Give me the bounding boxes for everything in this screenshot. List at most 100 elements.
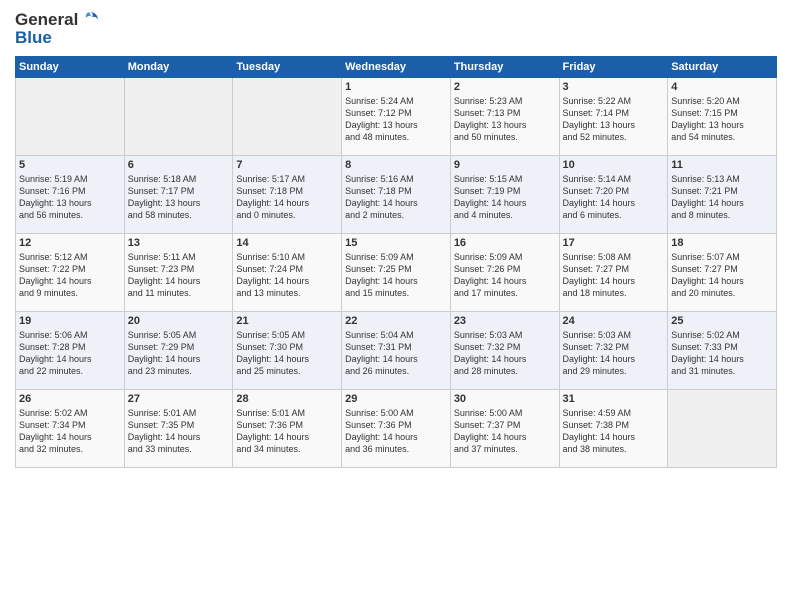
day-cell: 28 Sunrise: 5:01 AM Sunset: 7:36 PM Dayli… [233,390,342,468]
day-number: 1 [345,81,447,93]
day-cell: 3 Sunrise: 5:22 AM Sunset: 7:14 PM Daylig… [559,78,668,156]
logo-bird-icon [80,10,100,30]
day-cell: 10 Sunrise: 5:14 AM Sunset: 7:20 PM Dayli… [559,156,668,234]
day-cell: 29Sunrise: 5:00 AM Sunset: 7:36 PM Dayli… [342,390,451,468]
day-number: 6 [128,159,230,171]
day-number: 10 [563,159,665,171]
day-number: 16 [454,237,556,249]
day-number: 29 [345,393,447,405]
day-number: 14 [236,237,338,249]
day-number: 9 [454,159,556,171]
weekday-header-row: SundayMondayTuesdayWednesdayThursdayFrid… [16,57,777,78]
day-number: 25 [671,315,773,327]
day-info: Sunrise: 5:03 AM Sunset: 7:32 PM Dayligh… [454,329,556,378]
day-info: Sunrise: 5:13 AM Sunset: 7:21 PM Dayligh… [671,173,773,222]
day-info: Sunrise: 4:59 AM Sunset: 7:38 PM Dayligh… [563,407,665,456]
weekday-header-tuesday: Tuesday [233,57,342,78]
day-number: 26 [19,393,121,405]
day-info: Sunrise: 5:19 AM Sunset: 7:16 PM Dayligh… [19,173,121,222]
day-cell [668,390,777,468]
day-info: Sunrise: 5:20 AM Sunset: 7:15 PM Dayligh… [671,95,773,144]
day-info: Sunrise: 5:22 AM Sunset: 7:14 PM Dayligh… [563,95,665,144]
day-info: Sunrise: 5:16 AM Sunset: 7:18 PM Dayligh… [345,173,447,222]
day-number: 20 [128,315,230,327]
weekday-header-friday: Friday [559,57,668,78]
day-cell: 26 Sunrise: 5:02 AM Sunset: 7:34 PM Dayli… [16,390,125,468]
day-number: 28 [236,393,338,405]
logo: General Blue [15,10,100,48]
day-cell: 5Sunrise: 5:19 AM Sunset: 7:16 PM Daylig… [16,156,125,234]
weekday-header-wednesday: Wednesday [342,57,451,78]
day-cell: 7 Sunrise: 5:17 AM Sunset: 7:18 PM Daylig… [233,156,342,234]
week-row-4: 19Sunrise: 5:06 AM Sunset: 7:28 PM Dayli… [16,312,777,390]
day-info: Sunrise: 5:06 AM Sunset: 7:28 PM Dayligh… [19,329,121,378]
day-info: Sunrise: 5:03 AM Sunset: 7:32 PM Dayligh… [563,329,665,378]
day-cell: 20 Sunrise: 5:05 AM Sunset: 7:29 PM Dayli… [124,312,233,390]
day-number: 4 [671,81,773,93]
day-cell: 11 Sunrise: 5:13 AM Sunset: 7:21 PM Dayli… [668,156,777,234]
day-info: Sunrise: 5:01 AM Sunset: 7:36 PM Dayligh… [236,407,338,456]
day-info: Sunrise: 5:04 AM Sunset: 7:31 PM Dayligh… [345,329,447,378]
day-info: Sunrise: 5:15 AM Sunset: 7:19 PM Dayligh… [454,173,556,222]
week-row-5: 26 Sunrise: 5:02 AM Sunset: 7:34 PM Dayli… [16,390,777,468]
day-cell [233,78,342,156]
day-number: 3 [563,81,665,93]
day-cell: 21 Sunrise: 5:05 AM Sunset: 7:30 PM Dayli… [233,312,342,390]
calendar-page: General Blue SundayMondayTuesdayWednesda… [0,0,792,612]
day-info: Sunrise: 5:11 AM Sunset: 7:23 PM Dayligh… [128,251,230,300]
weekday-header-monday: Monday [124,57,233,78]
day-info: Sunrise: 5:10 AM Sunset: 7:24 PM Dayligh… [236,251,338,300]
day-cell: 16 Sunrise: 5:09 AM Sunset: 7:26 PM Dayli… [450,234,559,312]
week-row-3: 12Sunrise: 5:12 AM Sunset: 7:22 PM Dayli… [16,234,777,312]
day-cell: 31 Sunrise: 4:59 AM Sunset: 7:38 PM Dayli… [559,390,668,468]
week-row-1: 1 Sunrise: 5:24 AM Sunset: 7:12 PM Daylig… [16,78,777,156]
day-cell: 13 Sunrise: 5:11 AM Sunset: 7:23 PM Dayli… [124,234,233,312]
day-info: Sunrise: 5:09 AM Sunset: 7:26 PM Dayligh… [454,251,556,300]
weekday-header-thursday: Thursday [450,57,559,78]
day-number: 22 [345,315,447,327]
day-cell: 15Sunrise: 5:09 AM Sunset: 7:25 PM Dayli… [342,234,451,312]
day-number: 24 [563,315,665,327]
day-cell: 23 Sunrise: 5:03 AM Sunset: 7:32 PM Dayli… [450,312,559,390]
day-cell: 17 Sunrise: 5:08 AM Sunset: 7:27 PM Dayli… [559,234,668,312]
day-cell: 19Sunrise: 5:06 AM Sunset: 7:28 PM Dayli… [16,312,125,390]
day-number: 17 [563,237,665,249]
day-number: 7 [236,159,338,171]
day-info: Sunrise: 5:23 AM Sunset: 7:13 PM Dayligh… [454,95,556,144]
day-info: Sunrise: 5:02 AM Sunset: 7:34 PM Dayligh… [19,407,121,456]
day-number: 21 [236,315,338,327]
day-cell: 2Sunrise: 5:23 AM Sunset: 7:13 PM Daylig… [450,78,559,156]
day-cell: 25 Sunrise: 5:02 AM Sunset: 7:33 PM Dayli… [668,312,777,390]
day-cell: 6Sunrise: 5:18 AM Sunset: 7:17 PM Daylig… [124,156,233,234]
day-cell: 9 Sunrise: 5:15 AM Sunset: 7:19 PM Daylig… [450,156,559,234]
day-cell [124,78,233,156]
day-info: Sunrise: 5:12 AM Sunset: 7:22 PM Dayligh… [19,251,121,300]
day-cell: 30Sunrise: 5:00 AM Sunset: 7:37 PM Dayli… [450,390,559,468]
day-number: 15 [345,237,447,249]
day-number: 13 [128,237,230,249]
day-number: 23 [454,315,556,327]
day-number: 30 [454,393,556,405]
day-cell: 8 Sunrise: 5:16 AM Sunset: 7:18 PM Daylig… [342,156,451,234]
day-info: Sunrise: 5:08 AM Sunset: 7:27 PM Dayligh… [563,251,665,300]
day-info: Sunrise: 5:17 AM Sunset: 7:18 PM Dayligh… [236,173,338,222]
day-number: 31 [563,393,665,405]
weekday-header-sunday: Sunday [16,57,125,78]
day-number: 18 [671,237,773,249]
day-cell: 4 Sunrise: 5:20 AM Sunset: 7:15 PM Daylig… [668,78,777,156]
day-cell: 12Sunrise: 5:12 AM Sunset: 7:22 PM Dayli… [16,234,125,312]
day-info: Sunrise: 5:07 AM Sunset: 7:27 PM Dayligh… [671,251,773,300]
day-info: Sunrise: 5:14 AM Sunset: 7:20 PM Dayligh… [563,173,665,222]
day-cell [16,78,125,156]
day-number: 11 [671,159,773,171]
day-info: Sunrise: 5:02 AM Sunset: 7:33 PM Dayligh… [671,329,773,378]
day-cell: 22 Sunrise: 5:04 AM Sunset: 7:31 PM Dayli… [342,312,451,390]
header: General Blue [15,10,777,48]
day-info: Sunrise: 5:05 AM Sunset: 7:30 PM Dayligh… [236,329,338,378]
day-info: Sunrise: 5:24 AM Sunset: 7:12 PM Dayligh… [345,95,447,144]
day-info: Sunrise: 5:05 AM Sunset: 7:29 PM Dayligh… [128,329,230,378]
day-cell: 14 Sunrise: 5:10 AM Sunset: 7:24 PM Dayli… [233,234,342,312]
day-cell: 18 Sunrise: 5:07 AM Sunset: 7:27 PM Dayli… [668,234,777,312]
day-number: 8 [345,159,447,171]
day-cell: 24 Sunrise: 5:03 AM Sunset: 7:32 PM Dayli… [559,312,668,390]
